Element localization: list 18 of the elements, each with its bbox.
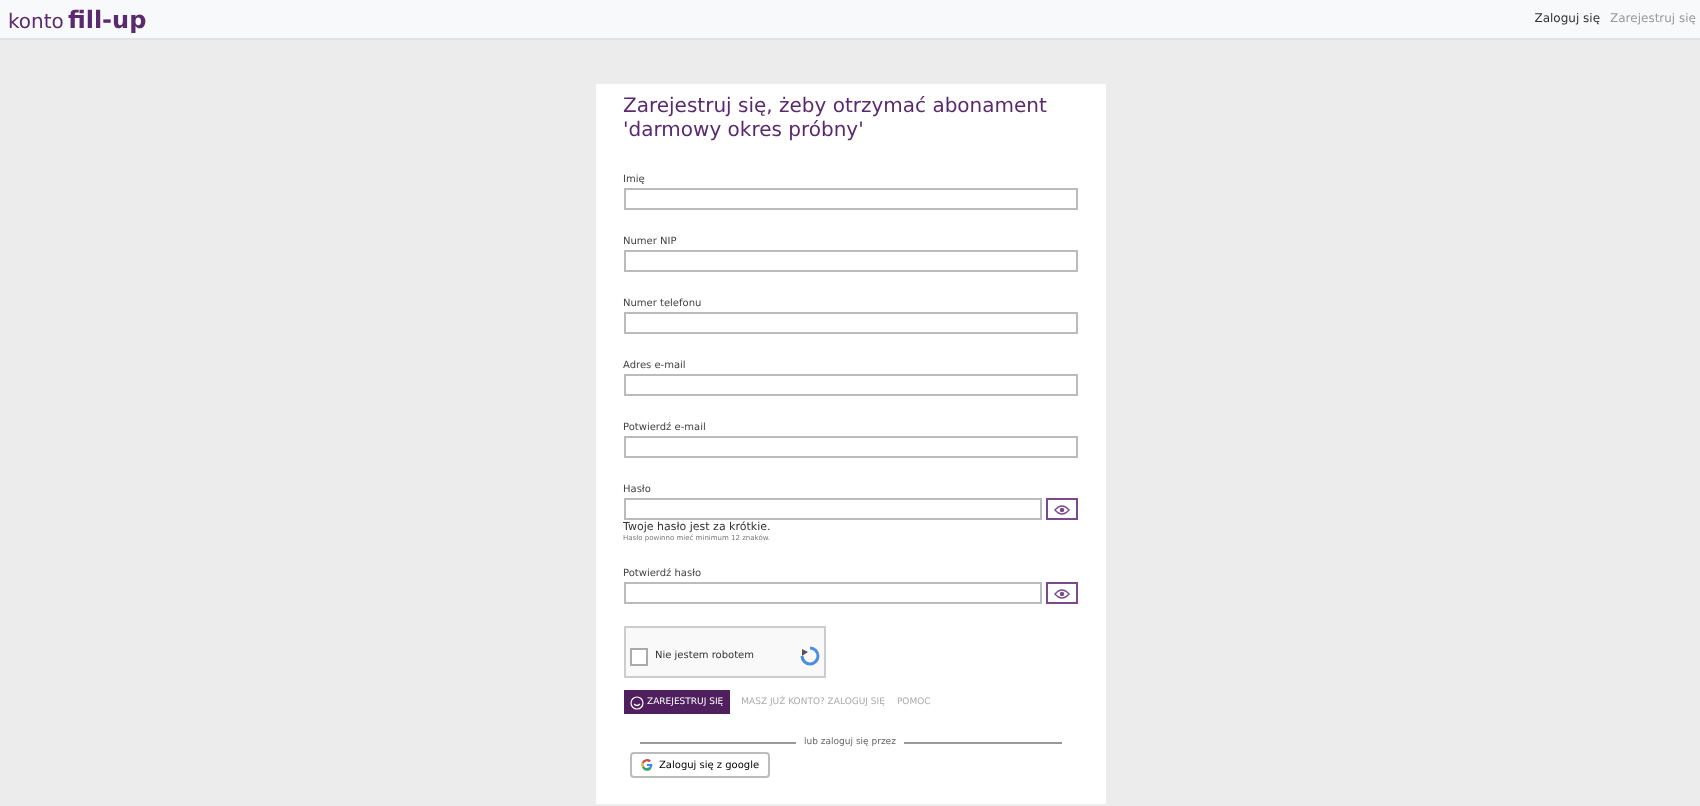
captcha-checkbox[interactable] (629, 647, 647, 665)
google-icon (639, 758, 653, 772)
smile-icon (629, 695, 643, 709)
input-field[interactable] (623, 374, 1077, 396)
input-field[interactable] (623, 582, 1041, 604)
input-field[interactable] (623, 436, 1077, 458)
logo-brand: fill-up (67, 5, 147, 33)
show-password-button[interactable] (1045, 582, 1077, 604)
captcha-logo-icon (799, 646, 819, 666)
form-title: Zarejestruj się, żeby otrzymać abonament 'darmowy okres próbny' (623, 96, 1049, 144)
eye-icon (1053, 587, 1069, 599)
input-field[interactable] (623, 498, 1041, 520)
logo-text: konto (8, 11, 64, 33)
input-field[interactable] (623, 250, 1077, 272)
eye-icon (1053, 503, 1069, 515)
input-field[interactable] (623, 312, 1077, 334)
input-field[interactable] (623, 188, 1077, 210)
show-password-button[interactable] (1045, 498, 1077, 520)
